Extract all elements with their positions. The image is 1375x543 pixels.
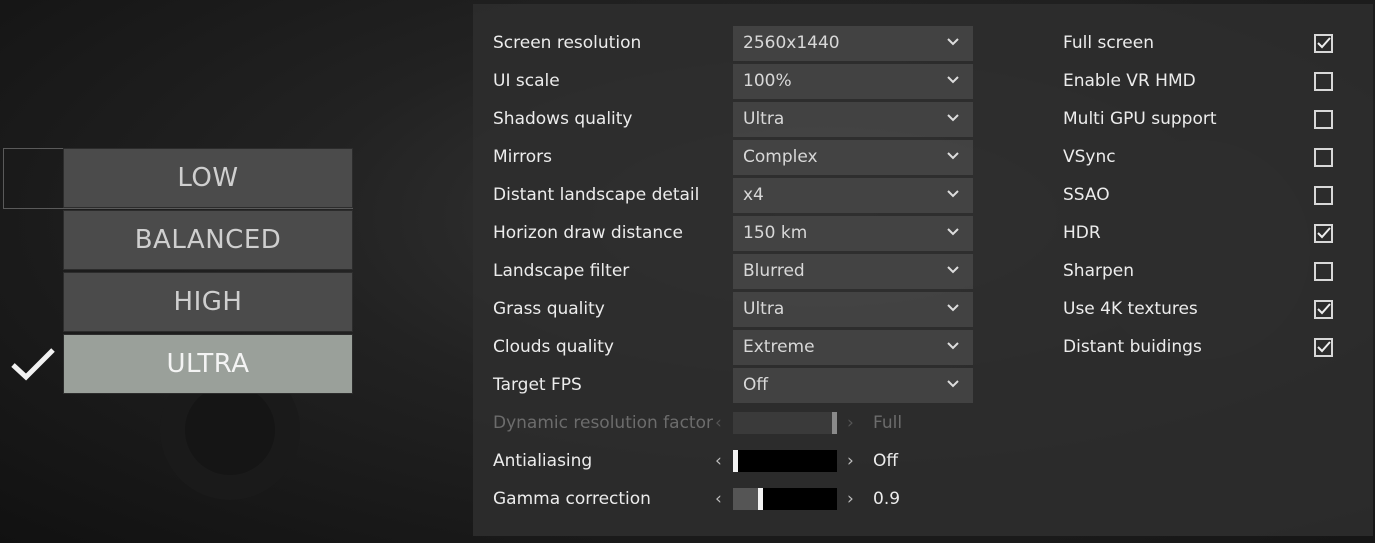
vsync-checkbox[interactable] — [1314, 147, 1333, 167]
hdr-checkbox[interactable] — [1314, 223, 1333, 243]
slider-thumb — [832, 412, 837, 434]
toggle-label: Multi GPU support — [1063, 109, 1217, 129]
toggle-row-use-4k-textures: Use 4K textures — [473, 290, 1373, 328]
slider-thumb[interactable] — [733, 450, 738, 472]
setting-label: Gamma correction — [493, 489, 651, 509]
preset-label: LOW — [177, 163, 239, 193]
gamma-correction-slider[interactable] — [733, 488, 837, 510]
slider-value: 0.9 — [873, 489, 901, 509]
toggle-label: HDR — [1063, 223, 1101, 243]
setting-label: Antialiasing — [493, 451, 593, 471]
preset-low[interactable]: LOW — [63, 148, 353, 208]
toggle-label: SSAO — [1063, 185, 1110, 205]
preset-high[interactable]: HIGH — [63, 272, 353, 332]
slider-value: Full — [873, 413, 903, 433]
toggle-label: Full screen — [1063, 33, 1154, 53]
use-4k-textures-checkbox[interactable] — [1314, 299, 1333, 319]
toggle-row-enable-vr-hmd: Enable VR HMD — [473, 62, 1373, 100]
toggle-label: VSync — [1063, 147, 1116, 167]
checkmark-icon — [1316, 341, 1331, 353]
toggle-row-ssao: SSAO — [473, 176, 1373, 214]
chevron-left-icon[interactable]: ‹ — [715, 451, 722, 471]
chevron-left-icon[interactable]: ‹ — [715, 489, 722, 509]
checkmark-icon — [1316, 303, 1331, 315]
preset-balanced[interactable]: BALANCED — [63, 210, 353, 270]
full-screen-checkbox[interactable] — [1314, 33, 1333, 53]
chevron-left-icon: ‹ — [715, 413, 722, 433]
enable-vr-hmd-checkbox[interactable] — [1314, 71, 1333, 91]
setting-row-target-fps: Target FPS Off — [473, 366, 1373, 404]
sharpen-checkbox[interactable] — [1314, 261, 1333, 281]
toggle-label: Sharpen — [1063, 261, 1134, 281]
checkmark-icon — [11, 348, 55, 381]
toggle-label: Use 4K textures — [1063, 299, 1198, 319]
setting-row-antialiasing: Antialiasing ‹ › Off — [473, 442, 1373, 480]
select-value: Off — [743, 375, 769, 395]
dynamic-resolution-slider — [733, 412, 837, 434]
setting-row-dynamic-resolution-factor: Dynamic resolution factor ‹ › Full — [473, 404, 1373, 442]
preset-label: ULTRA — [166, 349, 250, 379]
slider-fill — [733, 412, 832, 434]
slider-thumb[interactable] — [758, 488, 763, 510]
slider-value: Off — [873, 451, 899, 471]
toggle-row-vsync: VSync — [473, 138, 1373, 176]
checkmark-icon — [1316, 37, 1331, 49]
setting-label: Dynamic resolution factor — [493, 413, 713, 433]
setting-label: Target FPS — [493, 375, 582, 395]
toggle-label: Distant buidings — [1063, 337, 1202, 357]
toggle-row-full-screen: Full screen — [473, 24, 1373, 62]
distant-buildings-checkbox[interactable] — [1314, 337, 1333, 357]
preset-label: HIGH — [173, 287, 243, 317]
toggle-row-sharpen: Sharpen — [473, 252, 1373, 290]
multi-gpu-support-checkbox[interactable] — [1314, 109, 1333, 129]
toggle-row-distant-buildings: Distant buidings — [473, 328, 1373, 366]
preset-label: BALANCED — [134, 225, 282, 255]
preset-ultra[interactable]: ULTRA — [63, 334, 353, 394]
antialiasing-slider[interactable] — [733, 450, 837, 472]
checkmark-icon — [1316, 227, 1331, 239]
target-fps-select[interactable]: Off — [733, 367, 973, 403]
chevron-right-icon: › — [847, 413, 854, 433]
slider-fill — [733, 488, 758, 510]
graphics-settings-panel: Screen resolution 2560x1440 UI scale 100… — [473, 4, 1373, 536]
setting-row-gamma-correction: Gamma correction ‹ › 0.9 — [473, 480, 1373, 518]
ssao-checkbox[interactable] — [1314, 185, 1333, 205]
chevron-down-icon — [947, 379, 959, 387]
chevron-right-icon[interactable]: › — [847, 489, 854, 509]
toggle-row-hdr: HDR — [473, 214, 1373, 252]
toggle-label: Enable VR HMD — [1063, 71, 1196, 91]
toggle-row-multi-gpu-support: Multi GPU support — [473, 100, 1373, 138]
chevron-right-icon[interactable]: › — [847, 451, 854, 471]
